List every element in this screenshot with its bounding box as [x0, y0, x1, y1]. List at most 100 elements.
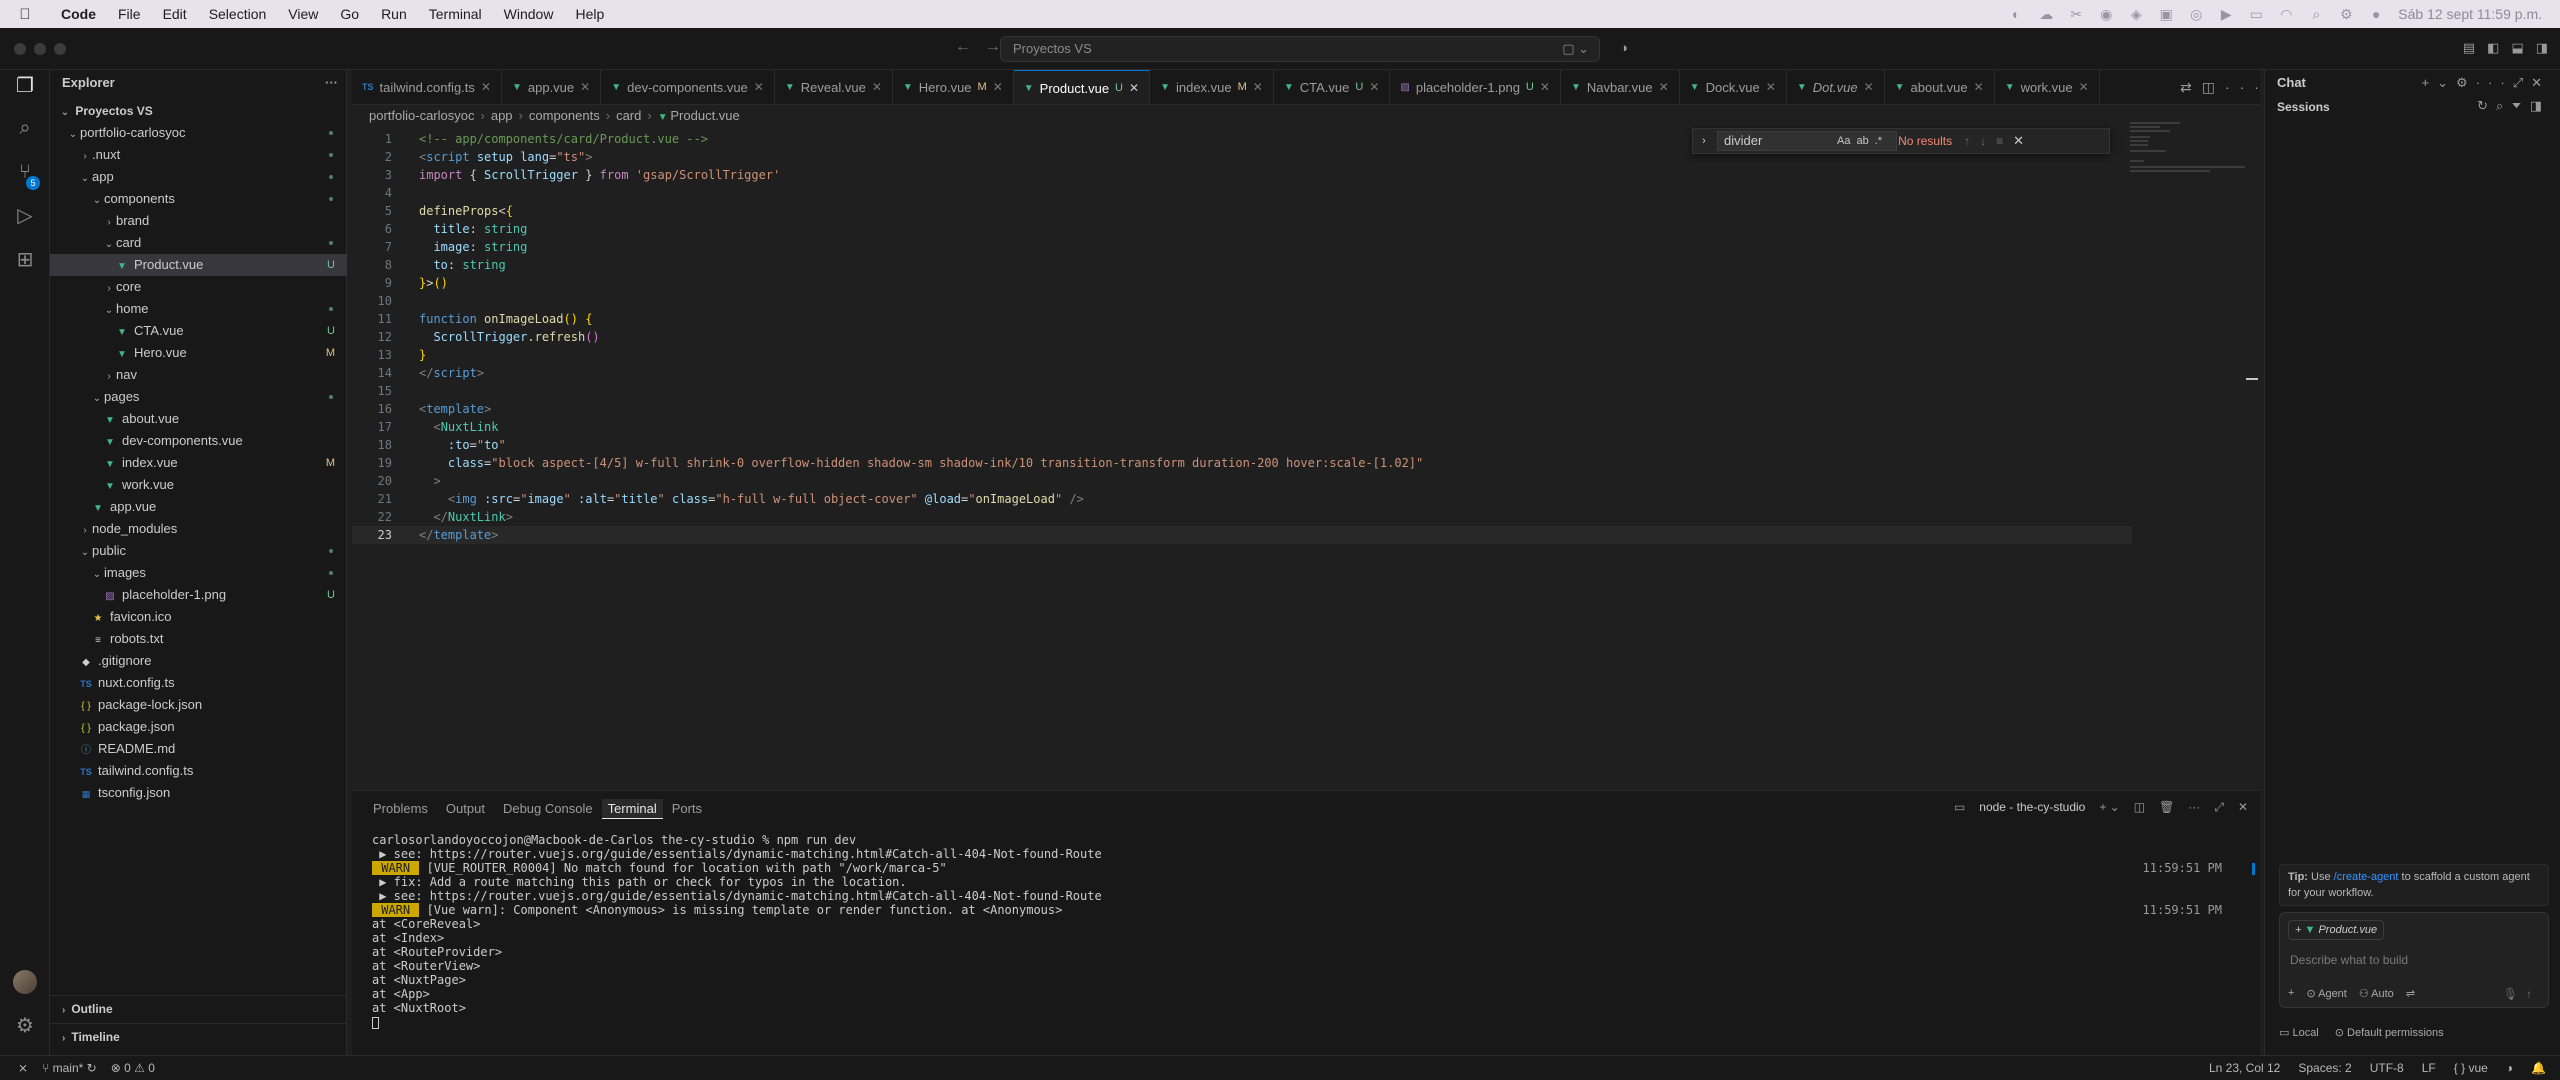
close-icon[interactable]: ✕	[1253, 70, 1263, 104]
folder-item[interactable]: › core	[50, 276, 347, 298]
extensions-icon[interactable]: ⊞	[13, 248, 37, 272]
close-icon[interactable]: ✕	[2531, 75, 2550, 90]
file-item[interactable]: ⓘ README.md	[50, 738, 347, 760]
close-icon[interactable]: ✕	[580, 70, 590, 104]
file-item[interactable]: ▼ index.vue M	[50, 452, 347, 474]
breadcrumb-item[interactable]: components	[529, 108, 600, 123]
wifi-icon[interactable]: ◠	[2278, 7, 2294, 21]
panel-tab-output[interactable]: Output	[437, 791, 494, 826]
panel-tab-ports[interactable]: Ports	[663, 791, 711, 826]
folder-item[interactable]: › node_modules	[50, 518, 347, 540]
more-actions-icon[interactable]: ···	[325, 70, 338, 96]
close-icon[interactable]: ✕	[2079, 70, 2089, 104]
send-icon[interactable]: ↑	[2526, 987, 2540, 1001]
file-item[interactable]: { } package-lock.json	[50, 694, 347, 716]
settings-gear-icon[interactable]: ⚙	[2456, 75, 2476, 90]
next-match-icon[interactable]: ↓	[1980, 134, 1986, 148]
breadcrumb-item[interactable]: app	[491, 108, 513, 123]
minimize-window-button[interactable]	[34, 43, 46, 55]
chat-toggle-icon[interactable]: ▢ ⌄	[1562, 37, 1589, 61]
file-item[interactable]: ▼ dev-components.vue	[50, 430, 347, 452]
close-icon[interactable]: ✕	[1974, 70, 1984, 104]
close-icon[interactable]: ✕	[1369, 70, 1379, 104]
folder-item[interactable]: ⌄ public	[50, 540, 347, 562]
folder-item[interactable]: ⌄ app	[50, 166, 347, 188]
split-terminal-icon[interactable]: ◫	[2134, 800, 2145, 815]
toggle-replace-icon[interactable]: ›	[1693, 135, 1715, 147]
panel-tab-problems[interactable]: Problems	[364, 791, 437, 826]
context-chip[interactable]: + ▼ Product.vue	[2288, 920, 2385, 940]
close-icon[interactable]: ✕	[993, 70, 1003, 104]
maximize-icon[interactable]: ⤢	[2513, 75, 2531, 90]
editor-tab[interactable]: ▼ index.vue M ✕	[1150, 70, 1274, 104]
menubar-clock[interactable]: Sáb 12 sept 11:59 p.m.	[2398, 6, 2542, 22]
editor-tab[interactable]: ▼ Reveal.vue ✕	[775, 70, 893, 104]
folder-item[interactable]: › brand	[50, 210, 347, 232]
timeline-section[interactable]: › Timeline	[50, 1023, 347, 1049]
file-item[interactable]: ▨ placeholder-1.png U	[50, 584, 347, 606]
folder-item[interactable]: › .nuxt	[50, 144, 347, 166]
explorer-icon[interactable]: ❐	[13, 74, 37, 98]
new-terminal-icon[interactable]: + ⌄	[2099, 800, 2119, 815]
folder-item[interactable]: ⌄ home	[50, 298, 347, 320]
editor-tab[interactable]: ▼ Dock.vue ✕	[1680, 70, 1787, 104]
search-icon[interactable]: ⌕	[2308, 7, 2324, 21]
run-debug-icon[interactable]: ▷	[13, 204, 37, 228]
editor-tab[interactable]: ▼ CTA.vue U ✕	[1274, 70, 1391, 104]
editor-tab[interactable]: ▼ dev-components.vue ✕	[601, 70, 775, 104]
more-actions-icon[interactable]: ···	[2225, 79, 2269, 95]
breadcrumb-item[interactable]: card	[616, 108, 641, 123]
more-actions-icon[interactable]: ···	[2476, 75, 2513, 90]
folder-item[interactable]: ⌄ portfolio-carlosyoc	[50, 122, 347, 144]
branch-status[interactable]: ⑂ main* ↻	[42, 1056, 97, 1080]
close-icon[interactable]: ✕	[754, 70, 764, 104]
apple-icon[interactable]: 	[0, 6, 50, 23]
new-chat-icon[interactable]: +⌄	[2422, 75, 2456, 90]
microphone-icon[interactable]: 🎙	[2503, 987, 2526, 1001]
file-item[interactable]: ▼ app.vue	[50, 496, 347, 518]
file-item[interactable]: ▼ Product.vue U	[50, 254, 347, 276]
outline-section[interactable]: › Outline	[50, 995, 347, 1021]
terminal-name[interactable]: node - the-cy-studio	[1979, 800, 2085, 815]
file-item[interactable]: TS nuxt.config.ts	[50, 672, 347, 694]
folder-item[interactable]: ⌄ components	[50, 188, 347, 210]
find-in-selection-icon[interactable]: ≡	[1996, 134, 2003, 148]
close-icon[interactable]: ✕	[1766, 70, 1776, 104]
menu-item-go[interactable]: Go	[329, 6, 370, 22]
compare-icon[interactable]: ⇄	[2180, 79, 2202, 95]
folder-item[interactable]: ⌄ pages	[50, 386, 347, 408]
menu-item-edit[interactable]: Edit	[152, 6, 198, 22]
menu-app-name[interactable]: Code	[50, 6, 107, 22]
folder-item[interactable]: ⌄ images	[50, 562, 347, 584]
breadcrumb-item[interactable]: portfolio-carlosyoc	[369, 108, 475, 123]
end-of-line[interactable]: LF	[2422, 1056, 2436, 1080]
menu-item-view[interactable]: View	[277, 6, 329, 22]
attach-icon[interactable]: +	[2288, 987, 2294, 1000]
encoding[interactable]: UTF-8	[2370, 1056, 2404, 1080]
menu-item-run[interactable]: Run	[370, 6, 418, 22]
chat-input[interactable]: Describe what to build	[2290, 953, 2408, 967]
copilot-icon[interactable]: ◑	[1620, 40, 1628, 55]
collapse-icon[interactable]: ◨	[2530, 98, 2550, 113]
regex-icon[interactable]: .*	[1875, 135, 1882, 147]
file-item[interactable]: ▼ about.vue	[50, 408, 347, 430]
editor-tab[interactable]: ▼ work.vue ✕	[1995, 70, 2100, 104]
status-icon[interactable]: ✂	[2068, 7, 2084, 21]
toggle-panel-icon[interactable]: ⬓	[2511, 40, 2523, 56]
refresh-icon[interactable]: ↻	[2477, 98, 2496, 113]
file-item[interactable]: ▼ CTA.vue U	[50, 320, 347, 342]
account-avatar[interactable]	[13, 970, 37, 994]
search-icon[interactable]: ⌕	[13, 116, 37, 140]
file-item[interactable]: ▼ work.vue	[50, 474, 347, 496]
filter-icon[interactable]: ⏷	[2511, 98, 2529, 113]
panel-tab-terminal[interactable]: Terminal	[601, 798, 663, 819]
minimap[interactable]	[2130, 120, 2250, 180]
copilot-status-icon[interactable]: ◑	[2506, 1056, 2513, 1080]
model-picker[interactable]: ⚇ Auto	[2359, 987, 2394, 1000]
file-item[interactable]: { } package.json	[50, 716, 347, 738]
menu-item-terminal[interactable]: Terminal	[418, 6, 493, 22]
close-icon[interactable]: ✕	[481, 70, 491, 104]
maximize-window-button[interactable]	[54, 43, 66, 55]
status-icon[interactable]: ◐	[2008, 7, 2024, 21]
menu-item-selection[interactable]: Selection	[198, 6, 278, 22]
